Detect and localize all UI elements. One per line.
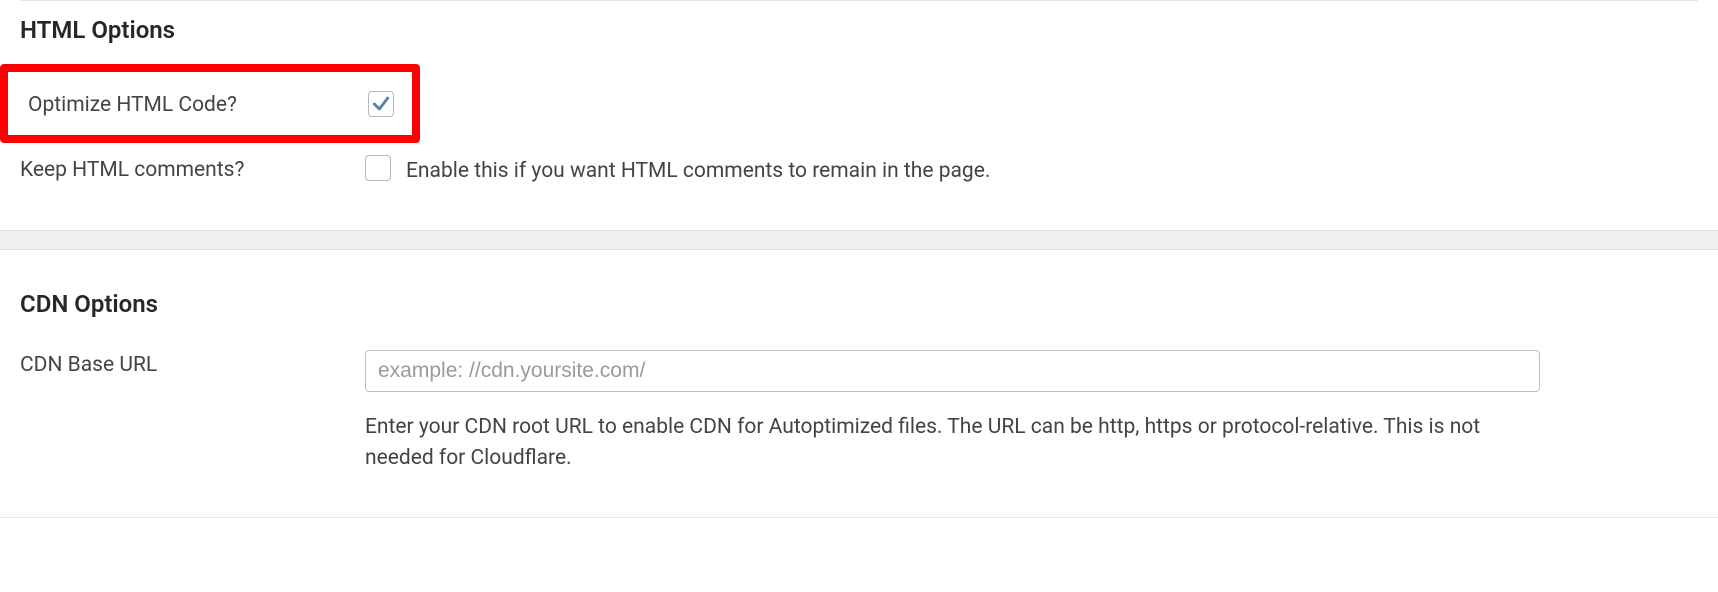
optimize-html-highlight: Optimize HTML Code? [0,64,420,143]
cdn-base-url-label: CDN Base URL [20,350,365,377]
optimize-html-label: Optimize HTML Code? [28,90,368,117]
html-options-section: HTML Options Optimize HTML Code? Keep HT… [0,0,1718,200]
section-divider [0,230,1718,250]
bottom-border [0,517,1718,518]
optimize-html-checkbox[interactable] [368,91,394,117]
check-icon [371,94,391,114]
cdn-options-heading: CDN Options [20,250,1698,338]
cdn-base-url-row: CDN Base URL Enter your CDN root URL to … [20,338,1698,487]
keep-comments-row: Keep HTML comments? Enable this if you w… [20,143,1698,200]
cdn-base-url-input[interactable] [365,350,1540,392]
html-options-heading: HTML Options [20,0,1698,64]
keep-comments-label: Keep HTML comments? [20,155,365,182]
keep-comments-description: Enable this if you want HTML comments to… [406,155,990,188]
keep-comments-checkbox[interactable] [365,155,391,181]
cdn-options-section: CDN Options CDN Base URL Enter your CDN … [0,250,1718,487]
cdn-base-url-help: Enter your CDN root URL to enable CDN fo… [365,412,1540,475]
